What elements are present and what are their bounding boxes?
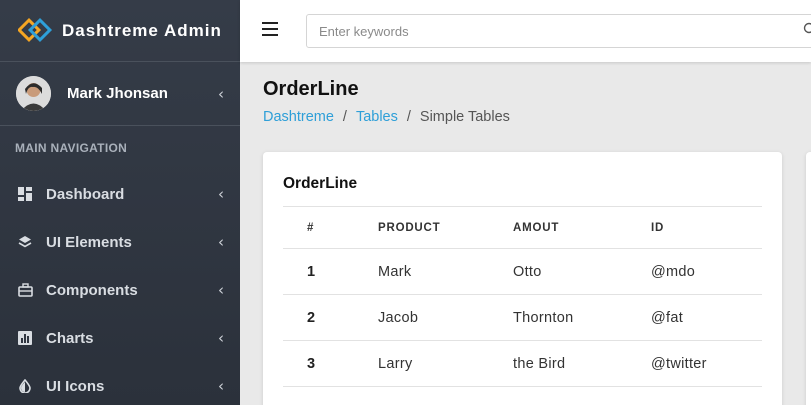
breadcrumb-current: Simple Tables — [419, 109, 510, 125]
sidebar-item-components[interactable]: Components ‹ — [0, 266, 240, 314]
cell-id: @twitter — [651, 340, 762, 387]
table-row: 1 Mark Otto @mdo — [283, 248, 762, 295]
sidebar-item-label: UI Icons — [46, 377, 105, 395]
sidebar-item-label: Components — [46, 281, 138, 299]
breadcrumb-separator: / — [406, 109, 411, 125]
page-title: OrderLine — [263, 78, 359, 100]
cell-id: @fat — [651, 294, 762, 341]
sidebar-item-label: Charts — [46, 329, 94, 347]
user-name: Mark Jhonsan — [67, 85, 168, 102]
cell-product: Larry — [378, 340, 513, 387]
sidebar-item-ui-elements[interactable]: UI Elements ‹ — [0, 218, 240, 266]
bar-chart-icon — [17, 330, 33, 346]
user-panel[interactable]: Mark Jhonsan ‹ — [0, 62, 240, 126]
second-card-edge — [806, 152, 811, 405]
sidebar-item-charts[interactable]: Charts ‹ — [0, 314, 240, 362]
cell-product: Jacob — [378, 294, 513, 341]
search-icon[interactable] — [803, 22, 811, 36]
avatar — [16, 76, 51, 111]
breadcrumb: Dashtreme / Tables / Simple Tables — [263, 109, 510, 125]
cell-id: @mdo — [651, 248, 762, 295]
cell-number: 2 — [283, 294, 378, 341]
cell-amount: the Bird — [513, 340, 651, 387]
search-input[interactable] — [306, 14, 811, 48]
table-row: 2 Jacob Thornton @fat — [283, 294, 762, 341]
hamburger-menu-icon[interactable] — [262, 22, 278, 36]
column-header-amount: AMOUT — [513, 206, 651, 249]
cell-amount: Thornton — [513, 294, 651, 341]
brand-name: Dashtreme Admin — [62, 20, 222, 40]
sidebar: Dashtreme Admin Mark Jhonsan ‹ MAIN NAVI… — [0, 0, 240, 405]
column-header-product: PRODUCT — [378, 206, 513, 249]
column-header-id: ID — [651, 206, 762, 249]
chevron-left-icon: ‹ — [218, 377, 224, 395]
breadcrumb-link-tables[interactable]: Tables — [356, 109, 398, 125]
chevron-left-icon: ‹ — [218, 329, 224, 347]
table-header-row: # PRODUCT AMOUT ID — [283, 206, 762, 249]
logo-icon — [18, 17, 53, 42]
sidebar-item-label: Dashboard — [46, 185, 125, 203]
chevron-left-icon[interactable]: ‹ — [218, 85, 224, 103]
sidebar-item-ui-icons[interactable]: UI Icons ‹ — [0, 362, 240, 405]
column-header-number: # — [283, 206, 378, 249]
drop-icon — [17, 378, 33, 394]
sidebar-item-label: UI Elements — [46, 233, 132, 251]
cell-number: 1 — [283, 248, 378, 295]
layers-icon — [17, 234, 33, 250]
chevron-left-icon: ‹ — [218, 233, 224, 251]
orderline-table: # PRODUCT AMOUT ID 1 Mark Otto @mdo 2 Ja… — [283, 206, 762, 387]
nav-header: MAIN NAVIGATION — [15, 141, 128, 155]
chevron-left-icon: ‹ — [218, 281, 224, 299]
cell-product: Mark — [378, 248, 513, 295]
card-title: OrderLine — [283, 175, 358, 192]
cell-number: 3 — [283, 340, 378, 387]
cell-amount: Otto — [513, 248, 651, 295]
briefcase-icon — [17, 282, 33, 298]
chevron-left-icon: ‹ — [218, 185, 224, 203]
topbar — [240, 0, 811, 62]
sidebar-item-dashboard[interactable]: Dashboard ‹ — [0, 170, 240, 218]
table-card: OrderLine # PRODUCT AMOUT ID 1 Mark Otto… — [263, 152, 782, 405]
table-row: 3 Larry the Bird @twitter — [283, 340, 762, 387]
breadcrumb-link-dashtreme[interactable]: Dashtreme — [263, 109, 334, 125]
brand[interactable]: Dashtreme Admin — [0, 0, 240, 62]
dashboard-icon — [17, 186, 33, 202]
breadcrumb-separator: / — [342, 109, 347, 125]
